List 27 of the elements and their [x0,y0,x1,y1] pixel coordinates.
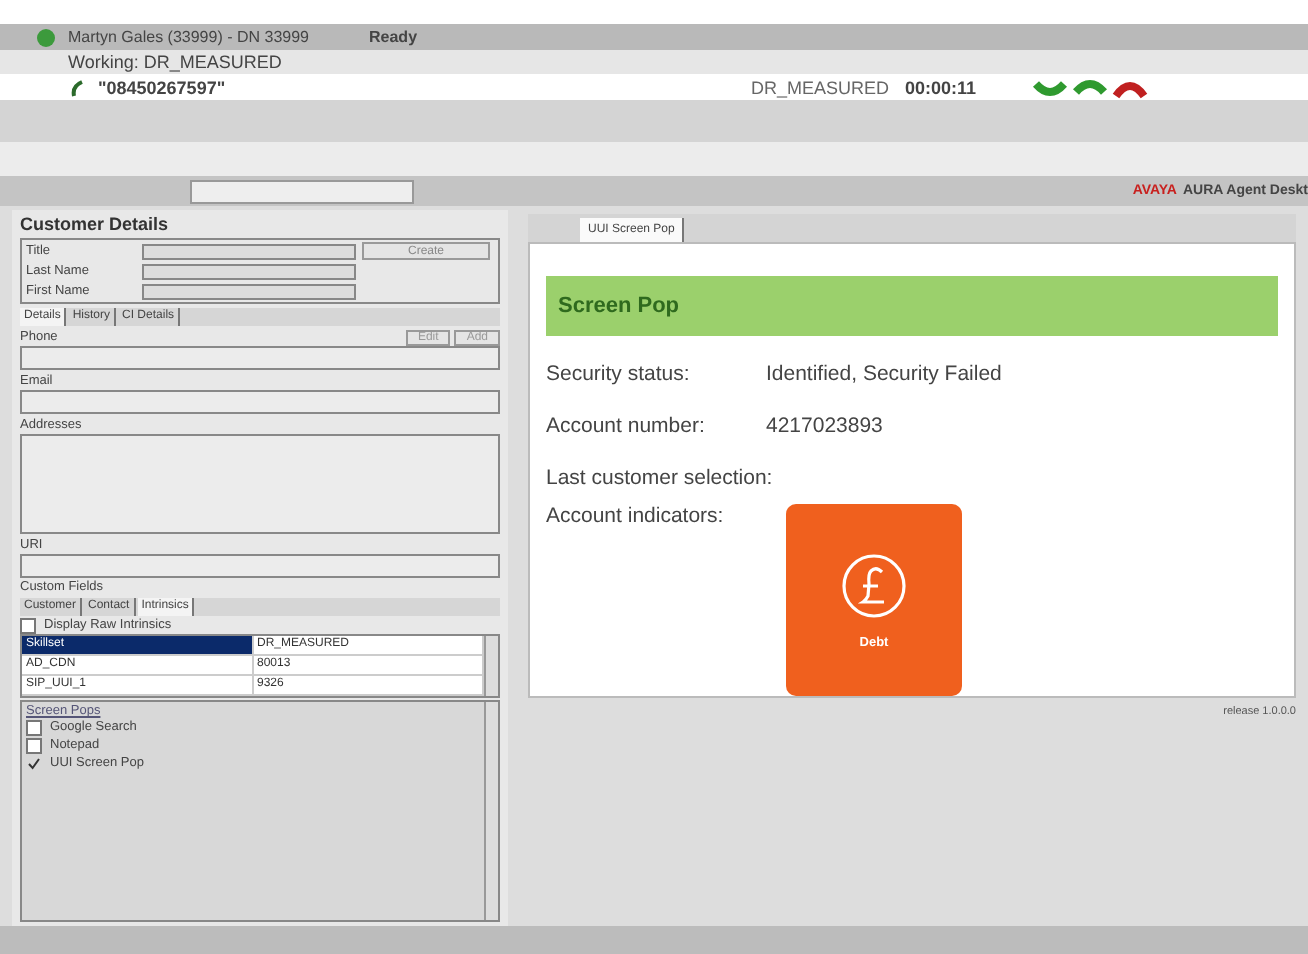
field-value: 4217023893 [766,414,883,438]
name-field[interactable] [142,263,356,279]
call-skillset: DR_MEASURED [750,77,889,97]
agent-status: Ready [369,28,418,46]
field-label: Account indicators: [546,504,726,528]
checkbox[interactable] [20,617,36,633]
checkbox[interactable] [26,719,42,735]
checkbox[interactable] [26,737,42,753]
caller-number: "08450267597" [98,77,228,97]
scrollbar[interactable] [484,636,498,696]
checkbox[interactable] [26,755,42,771]
call-timer: 00:00:11 [904,77,976,97]
pound-icon [840,551,908,619]
agent-name: Martyn Gales (33999) - DN 33999 [68,28,309,46]
field-label: Security status: [546,362,692,386]
name-field[interactable] [142,283,356,299]
panel-header: Screen Pop [546,276,1278,336]
field-value: Identified, Security Failed [766,362,1002,386]
toolbar-field[interactable] [190,179,414,203]
section-title: Customer Details [20,214,171,234]
name-field[interactable] [142,243,356,259]
call-controls-icon[interactable] [1032,75,1148,99]
scrollbar[interactable] [484,702,498,920]
work-status: Working: DR_MEASURED [68,52,282,72]
field-label: Last customer selection: [546,466,766,490]
status-icon[interactable] [36,27,56,47]
field-label: Account number: [546,414,707,438]
